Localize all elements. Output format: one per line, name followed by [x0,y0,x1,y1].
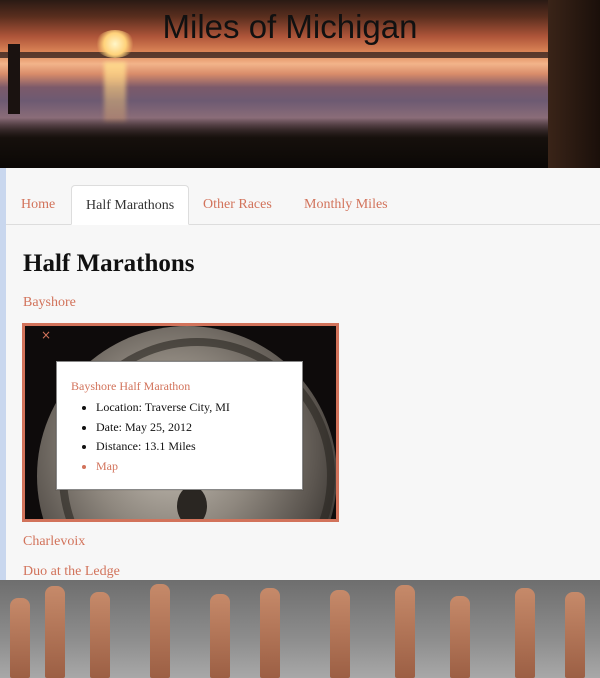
runner-leg [45,586,65,678]
lamp-post [8,44,20,114]
race-location: Location: Traverse City, MI [96,398,230,418]
site-title: Miles of Michigan [162,8,418,45]
runner-leg [90,592,110,678]
page-title: Half Marathons [23,250,195,277]
runner-leg [150,584,170,678]
shoreline [0,52,600,58]
left-accent-bar [0,168,6,580]
race-link-duo-at-the-ledge[interactable]: Duo at the Ledge [23,564,120,580]
runner-leg [395,585,415,678]
runner-leg [210,594,230,678]
race-date: Date: May 25, 2012 [96,418,230,438]
runner-leg [330,590,350,678]
close-icon[interactable]: × [41,328,51,342]
runner-leg [515,588,535,678]
tab-other-races[interactable]: Other Races [189,185,286,223]
popup-title-link[interactable]: Bayshore Half Marathon [71,379,190,394]
runner-leg [260,588,280,678]
medal-center [177,486,207,519]
runner-leg [450,596,470,678]
race-distance: Distance: 13.1 Miles [96,437,230,457]
tab-half-marathons[interactable]: Half Marathons [71,185,190,225]
shoreline-trees [0,118,600,168]
runner-leg [10,598,30,678]
header-banner: Miles of Michigan [0,0,600,168]
map-link[interactable]: Map [96,457,230,477]
race-link-charlevoix[interactable]: Charlevoix [23,534,85,550]
race-details-list: Location: Traverse City, MI Date: May 25… [71,398,230,476]
tab-monthly-miles[interactable]: Monthly Miles [290,185,402,223]
race-link-bayshore[interactable]: Bayshore [23,295,76,311]
tab-bar: Home Half Marathons Other Races Monthly … [6,185,600,225]
sun-reflection [104,62,126,122]
tab-home[interactable]: Home [7,185,69,223]
runner-leg [565,592,585,678]
runners-footer-image [0,580,600,678]
race-info-popup: Bayshore Half Marathon Location: Travers… [56,361,303,490]
